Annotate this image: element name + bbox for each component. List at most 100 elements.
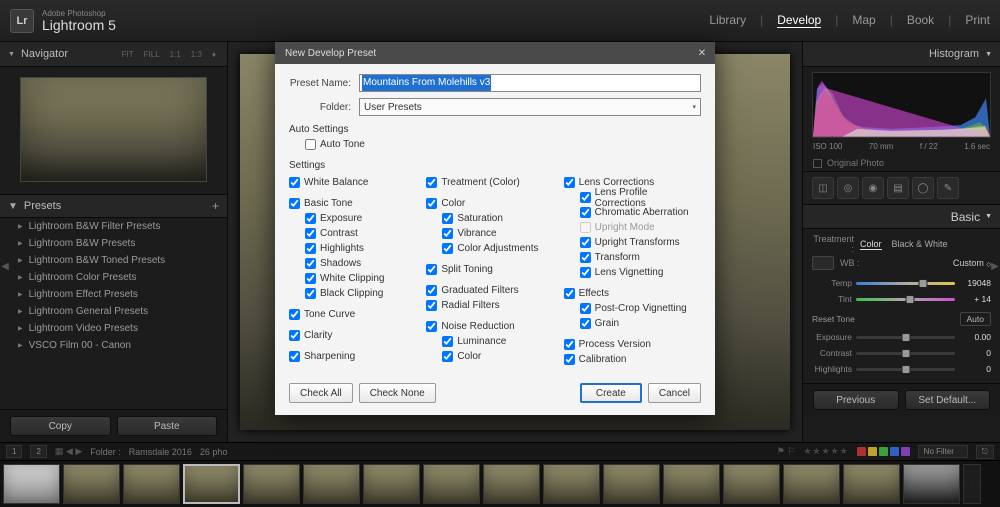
film-thumb[interactable] [783, 464, 840, 504]
highlights-slider[interactable] [856, 368, 955, 371]
grid-2-button[interactable]: 2 [30, 445, 46, 458]
spot-tool-icon[interactable]: ◎ [837, 177, 859, 199]
zoom-menu-icon[interactable]: ♦ [209, 49, 219, 60]
grain-checkbox[interactable]: Grain [580, 316, 701, 331]
nav-map[interactable]: Map [852, 13, 875, 28]
histogram-header[interactable]: Histogram ▼ [803, 42, 1000, 67]
vibrance-checkbox[interactable]: Vibrance [442, 226, 563, 241]
nav-develop[interactable]: Develop [777, 13, 821, 28]
film-thumb[interactable] [543, 464, 600, 504]
highlights-value[interactable]: 0 [959, 364, 991, 374]
histogram[interactable] [812, 72, 991, 138]
set-default-button[interactable]: Set Default... [905, 390, 991, 410]
create-button[interactable]: Create [580, 383, 642, 403]
contrast-checkbox[interactable]: Contrast [305, 226, 426, 241]
filmstrip[interactable] [0, 460, 1000, 507]
exposure-slider[interactable] [856, 336, 955, 339]
nav-arrows-icon[interactable]: ▦ ◀ ▶ [55, 446, 82, 457]
folder-dropdown[interactable]: User Presets▾ [359, 98, 701, 116]
redeye-tool-icon[interactable]: ◉ [862, 177, 884, 199]
add-preset-icon[interactable]: + [212, 199, 219, 213]
shadows-checkbox[interactable]: Shadows [305, 256, 426, 271]
treatment-bw[interactable]: Black & White [892, 239, 948, 250]
color-adjustments-checkbox[interactable]: Color Adjustments [442, 241, 563, 256]
film-thumb[interactable] [483, 464, 540, 504]
basic-header[interactable]: Basic ▼ [803, 205, 1000, 229]
film-thumb[interactable] [423, 464, 480, 504]
wb-eyedropper-icon[interactable] [812, 256, 834, 270]
film-thumb[interactable] [3, 464, 60, 504]
auto-tone-button[interactable]: Auto [960, 312, 992, 326]
temp-value[interactable]: 19048 [959, 278, 991, 288]
contrast-value[interactable]: 0 [959, 348, 991, 358]
color-checkbox[interactable]: Color [426, 196, 563, 211]
brush-tool-icon[interactable]: ✎ [937, 177, 959, 199]
film-thumb[interactable] [603, 464, 660, 504]
check-all-button[interactable]: Check All [289, 383, 353, 403]
preset-folder[interactable]: ▶Lightroom B&W Toned Presets [0, 252, 227, 269]
copy-button[interactable]: Copy [10, 416, 111, 436]
film-thumb[interactable] [723, 464, 780, 504]
film-thumb[interactable] [63, 464, 120, 504]
filter-lock-icon[interactable]: ⎋ [976, 445, 994, 459]
zoom-1-3[interactable]: 1:3 [188, 49, 205, 60]
transform-checkbox[interactable]: Transform [580, 250, 701, 265]
radial-tool-icon[interactable]: ◯ [912, 177, 934, 199]
luminance-checkbox[interactable]: Luminance [442, 334, 563, 349]
exposure-checkbox[interactable]: Exposure [305, 211, 426, 226]
exposure-value[interactable]: 0.00 [959, 332, 991, 342]
graduated-filters-checkbox[interactable]: Graduated Filters [426, 283, 563, 298]
contrast-slider[interactable] [856, 352, 955, 355]
film-thumb[interactable] [663, 464, 720, 504]
tone-curve-checkbox[interactable]: Tone Curve [289, 307, 426, 322]
grid-1-button[interactable]: 1 [6, 445, 22, 458]
right-panel-toggle[interactable]: ▶ [990, 257, 1000, 275]
saturation-checkbox[interactable]: Saturation [442, 211, 563, 226]
film-thumb[interactable] [843, 464, 900, 504]
tint-value[interactable]: + 14 [959, 294, 991, 304]
preset-folder[interactable]: ▶VSCO Film 00 - Canon [0, 337, 227, 354]
film-thumb[interactable] [303, 464, 360, 504]
preset-folder[interactable]: ▶Lightroom B&W Filter Presets [0, 218, 227, 235]
check-none-button[interactable]: Check None [359, 383, 436, 403]
navigator-header[interactable]: ▼ Navigator FIT FILL 1:1 1:3 ♦ [0, 42, 227, 67]
post-crop-vignetting-checkbox[interactable]: Post-Crop Vignetting [580, 301, 701, 316]
flag-icons[interactable]: ⚑ ⚐ [777, 446, 796, 457]
white-clipping-checkbox[interactable]: White Clipping [305, 271, 426, 286]
radial-filters-checkbox[interactable]: Radial Filters [426, 298, 563, 313]
film-thumb[interactable] [243, 464, 300, 504]
left-panel-toggle[interactable]: ◀ [0, 257, 10, 275]
treatment-color[interactable]: Color [860, 239, 882, 250]
rating-stars[interactable]: ★★★★★ [803, 446, 848, 457]
preset-folder[interactable]: ▶Lightroom B&W Presets [0, 235, 227, 252]
nav-library[interactable]: Library [709, 13, 746, 28]
effects-checkbox[interactable]: Effects [564, 286, 701, 301]
preset-folder[interactable]: ▶Lightroom Video Presets [0, 320, 227, 337]
preset-folder[interactable]: ▶Lightroom General Presets [0, 303, 227, 320]
tint-slider[interactable] [856, 298, 955, 301]
split-toning-checkbox[interactable]: Split Toning [426, 262, 563, 277]
paste-button[interactable]: Paste [117, 416, 218, 436]
highlights-checkbox[interactable]: Highlights [305, 241, 426, 256]
previous-button[interactable]: Previous [813, 390, 899, 410]
lens-vignetting-checkbox[interactable]: Lens Vignetting [580, 265, 701, 280]
calibration-checkbox[interactable]: Calibration [564, 352, 701, 367]
nav-print[interactable]: Print [965, 13, 990, 28]
close-icon[interactable]: ✕ [695, 46, 709, 60]
reset-tone-button[interactable]: Reset Tone [812, 314, 855, 324]
white-balance-checkbox[interactable]: White Balance [289, 175, 426, 190]
lens-profile-checkbox[interactable]: Lens Profile Corrections [580, 190, 701, 205]
treatment-checkbox[interactable]: Treatment (Color) [426, 175, 563, 190]
nav-book[interactable]: Book [907, 13, 934, 28]
zoom-fit[interactable]: FIT [119, 49, 137, 60]
original-photo-checkbox[interactable] [813, 159, 822, 168]
auto-tone-checkbox[interactable]: Auto Tone [305, 137, 701, 152]
crop-tool-icon[interactable]: ◫ [812, 177, 834, 199]
zoom-fill[interactable]: FILL [141, 49, 163, 60]
noise-reduction-checkbox[interactable]: Noise Reduction [426, 319, 563, 334]
chromatic-aberration-checkbox[interactable]: Chromatic Aberration [580, 205, 701, 220]
cancel-button[interactable]: Cancel [648, 383, 701, 403]
basic-tone-checkbox[interactable]: Basic Tone [289, 196, 426, 211]
wb-dropdown[interactable]: Custom ◇ [866, 258, 992, 268]
upright-transforms-checkbox[interactable]: Upright Transforms [580, 235, 701, 250]
